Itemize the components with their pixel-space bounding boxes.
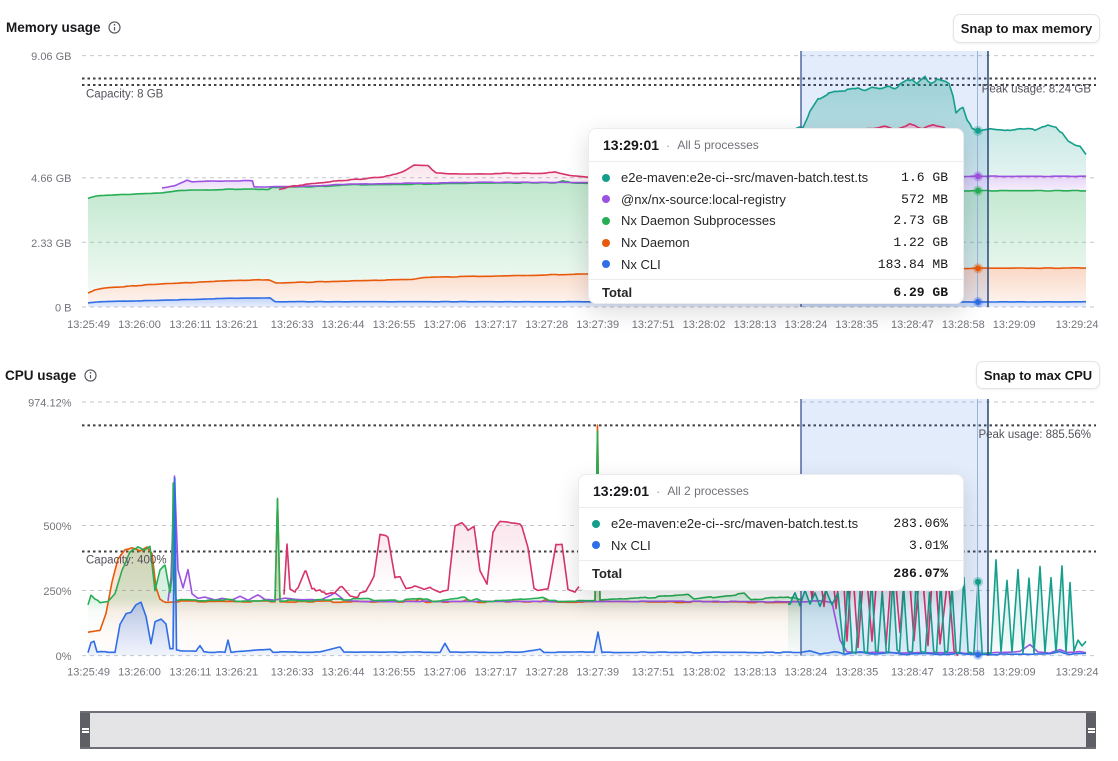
svg-text:13:27:06: 13:27:06 [423,319,466,331]
svg-text:13:28:24: 13:28:24 [784,667,827,679]
svg-text:13:26:44: 13:26:44 [322,319,365,331]
svg-text:13:28:58: 13:28:58 [942,319,985,331]
svg-text:13:26:00: 13:26:00 [118,667,161,679]
svg-text:13:28:58: 13:28:58 [942,667,985,679]
svg-text:13:26:55: 13:26:55 [373,319,416,331]
svg-text:13:26:33: 13:26:33 [271,319,314,331]
svg-text:13:28:35: 13:28:35 [835,319,878,331]
svg-text:13:27:51: 13:27:51 [632,319,675,331]
svg-text:13:28:35: 13:28:35 [835,667,878,679]
svg-text:13:25:49: 13:25:49 [67,667,110,679]
svg-text:13:27:17: 13:27:17 [474,319,517,331]
svg-text:13:27:51: 13:27:51 [632,667,675,679]
svg-text:13:29:24: 13:29:24 [1056,667,1099,679]
svg-text:13:25:49: 13:25:49 [67,319,110,331]
svg-text:13:26:33: 13:26:33 [271,667,314,679]
svg-text:13:29:24: 13:29:24 [1056,319,1099,331]
svg-text:13:26:21: 13:26:21 [215,667,258,679]
svg-text:13:28:13: 13:28:13 [734,667,777,679]
svg-text:9.06 GB: 9.06 GB [31,51,71,63]
svg-text:13:27:28: 13:27:28 [525,319,568,331]
svg-text:2.33 GB: 2.33 GB [31,238,71,250]
svg-text:13:28:47: 13:28:47 [891,319,934,331]
svg-text:0 B: 0 B [55,303,72,315]
svg-text:13:27:39: 13:27:39 [576,667,619,679]
svg-text:13:26:11: 13:26:11 [169,667,211,679]
svg-text:13:26:44: 13:26:44 [322,667,365,679]
svg-text:250%: 250% [43,586,71,598]
svg-text:Peak usage: 885.56%: Peak usage: 885.56% [978,429,1091,441]
svg-text:13:27:06: 13:27:06 [423,667,466,679]
svg-text:Peak usage: 8.24 GB: Peak usage: 8.24 GB [982,84,1092,96]
svg-text:13:28:02: 13:28:02 [683,667,726,679]
svg-text:13:26:55: 13:26:55 [373,667,416,679]
svg-text:13:27:39: 13:27:39 [576,319,619,331]
svg-text:13:26:00: 13:26:00 [118,319,161,331]
svg-text:13:27:28: 13:27:28 [525,667,568,679]
svg-text:13:26:11: 13:26:11 [169,319,211,331]
svg-text:13:26:21: 13:26:21 [215,319,258,331]
svg-text:Capacity: 400%: Capacity: 400% [86,555,167,567]
svg-text:13:28:47: 13:28:47 [891,667,934,679]
svg-text:13:28:02: 13:28:02 [683,319,726,331]
svg-text:974.12%: 974.12% [28,398,72,410]
svg-text:500%: 500% [43,521,71,533]
svg-text:13:28:24: 13:28:24 [784,319,827,331]
svg-text:Capacity: 8 GB: Capacity: 8 GB [86,89,164,101]
svg-text:13:27:17: 13:27:17 [474,667,517,679]
svg-text:4.66 GB: 4.66 GB [31,173,71,185]
svg-text:0%: 0% [56,651,72,663]
svg-text:13:28:13: 13:28:13 [734,319,777,331]
svg-text:13:29:09: 13:29:09 [993,667,1036,679]
svg-text:13:29:09: 13:29:09 [993,319,1036,331]
